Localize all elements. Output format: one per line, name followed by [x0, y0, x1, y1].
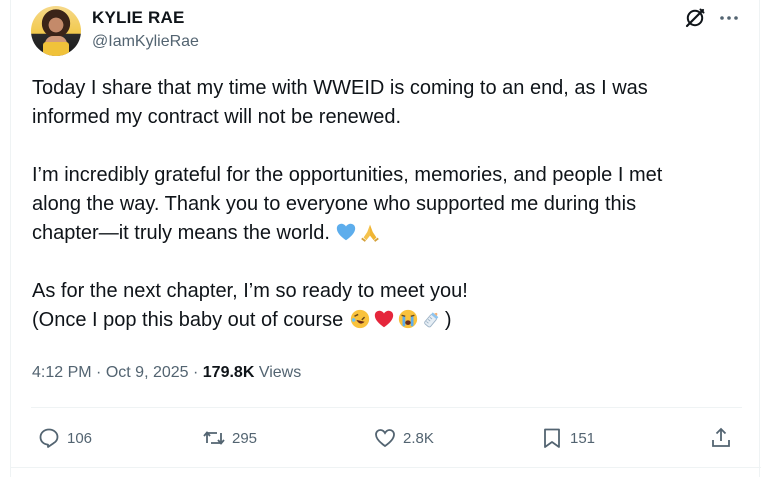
tweet-line: informed my contract will not be renewed… [32, 106, 402, 128]
tweet-line-text: (Once I pop this baby out of course [32, 309, 344, 331]
closing-paren: ) [444, 309, 452, 331]
share-button[interactable] [709, 424, 739, 452]
bookmark-count: 151 [570, 429, 596, 447]
grok-icon[interactable] [683, 6, 707, 30]
views-label: Views [258, 364, 302, 381]
more-icon[interactable] [717, 6, 741, 30]
author-name[interactable]: KYLIE RAE [92, 8, 184, 28]
views-count: 179.8K [202, 364, 255, 381]
like-icon [375, 429, 395, 448]
rolling-laughing-emoji-icon [350, 309, 370, 329]
meta-separator: · [193, 364, 199, 381]
tweet-line-with-emoji: (Once I pop this baby out of course ) [32, 306, 747, 335]
tweet-text: Today I share that my time with WWEID is… [32, 74, 747, 335]
tweet-line: I’m incredibly grateful for the opportun… [32, 164, 663, 186]
tweet-paragraph-2: I’m incredibly grateful for the opportun… [32, 161, 747, 248]
repost-count: 295 [232, 429, 258, 447]
folded-hands-emoji-icon [361, 224, 380, 242]
reply-button[interactable]: 106 [37, 424, 92, 452]
meta-separator: · [96, 364, 102, 381]
baby-bottle-emoji-icon [424, 312, 439, 328]
tweet-date[interactable]: Oct 9, 2025 [106, 364, 189, 381]
tweet-line: Today I share that my time with WWEID is… [32, 77, 648, 99]
tweet-time[interactable]: 4:12 PM [32, 364, 92, 381]
tweet-line: As for the next chapter, I’m so ready to… [32, 280, 468, 302]
avatar[interactable] [31, 6, 81, 56]
crying-face-emoji-icon [398, 309, 418, 329]
tweet-paragraph-1: Today I share that my time with WWEID is… [32, 74, 747, 132]
avatar-outfit [43, 42, 69, 56]
reply-count: 106 [67, 429, 93, 447]
reply-icon [39, 428, 59, 448]
author-handle[interactable]: @IamKylieRae [92, 33, 199, 51]
like-button[interactable]: 2.8K [373, 424, 434, 452]
blue-heart-emoji-icon [337, 223, 356, 241]
share-icon [712, 427, 730, 447]
divider [31, 407, 742, 408]
repost-icon [203, 431, 225, 445]
tweet-paragraph-3: As for the next chapter, I’m so ready to… [32, 277, 747, 335]
repost-button[interactable]: 295 [202, 424, 257, 452]
tweet-line-with-emoji: chapter—it truly means the world. [32, 219, 747, 248]
bookmark-button[interactable]: 151 [540, 424, 595, 452]
red-heart-emoji-icon [374, 310, 394, 328]
tweet-meta: 4:12 PM · Oct 9, 2025 · 179.8K Views [32, 364, 301, 382]
like-count: 2.8K [403, 429, 434, 447]
tweet-line: along the way. Thank you to everyone who… [32, 193, 637, 215]
bookmark-icon [544, 428, 560, 448]
bottom-divider [11, 467, 761, 468]
tweet-card: KYLIE RAE @IamKylieRae Today I share tha… [10, 0, 761, 477]
tweet-line-text: chapter—it truly means the world. [32, 222, 330, 244]
